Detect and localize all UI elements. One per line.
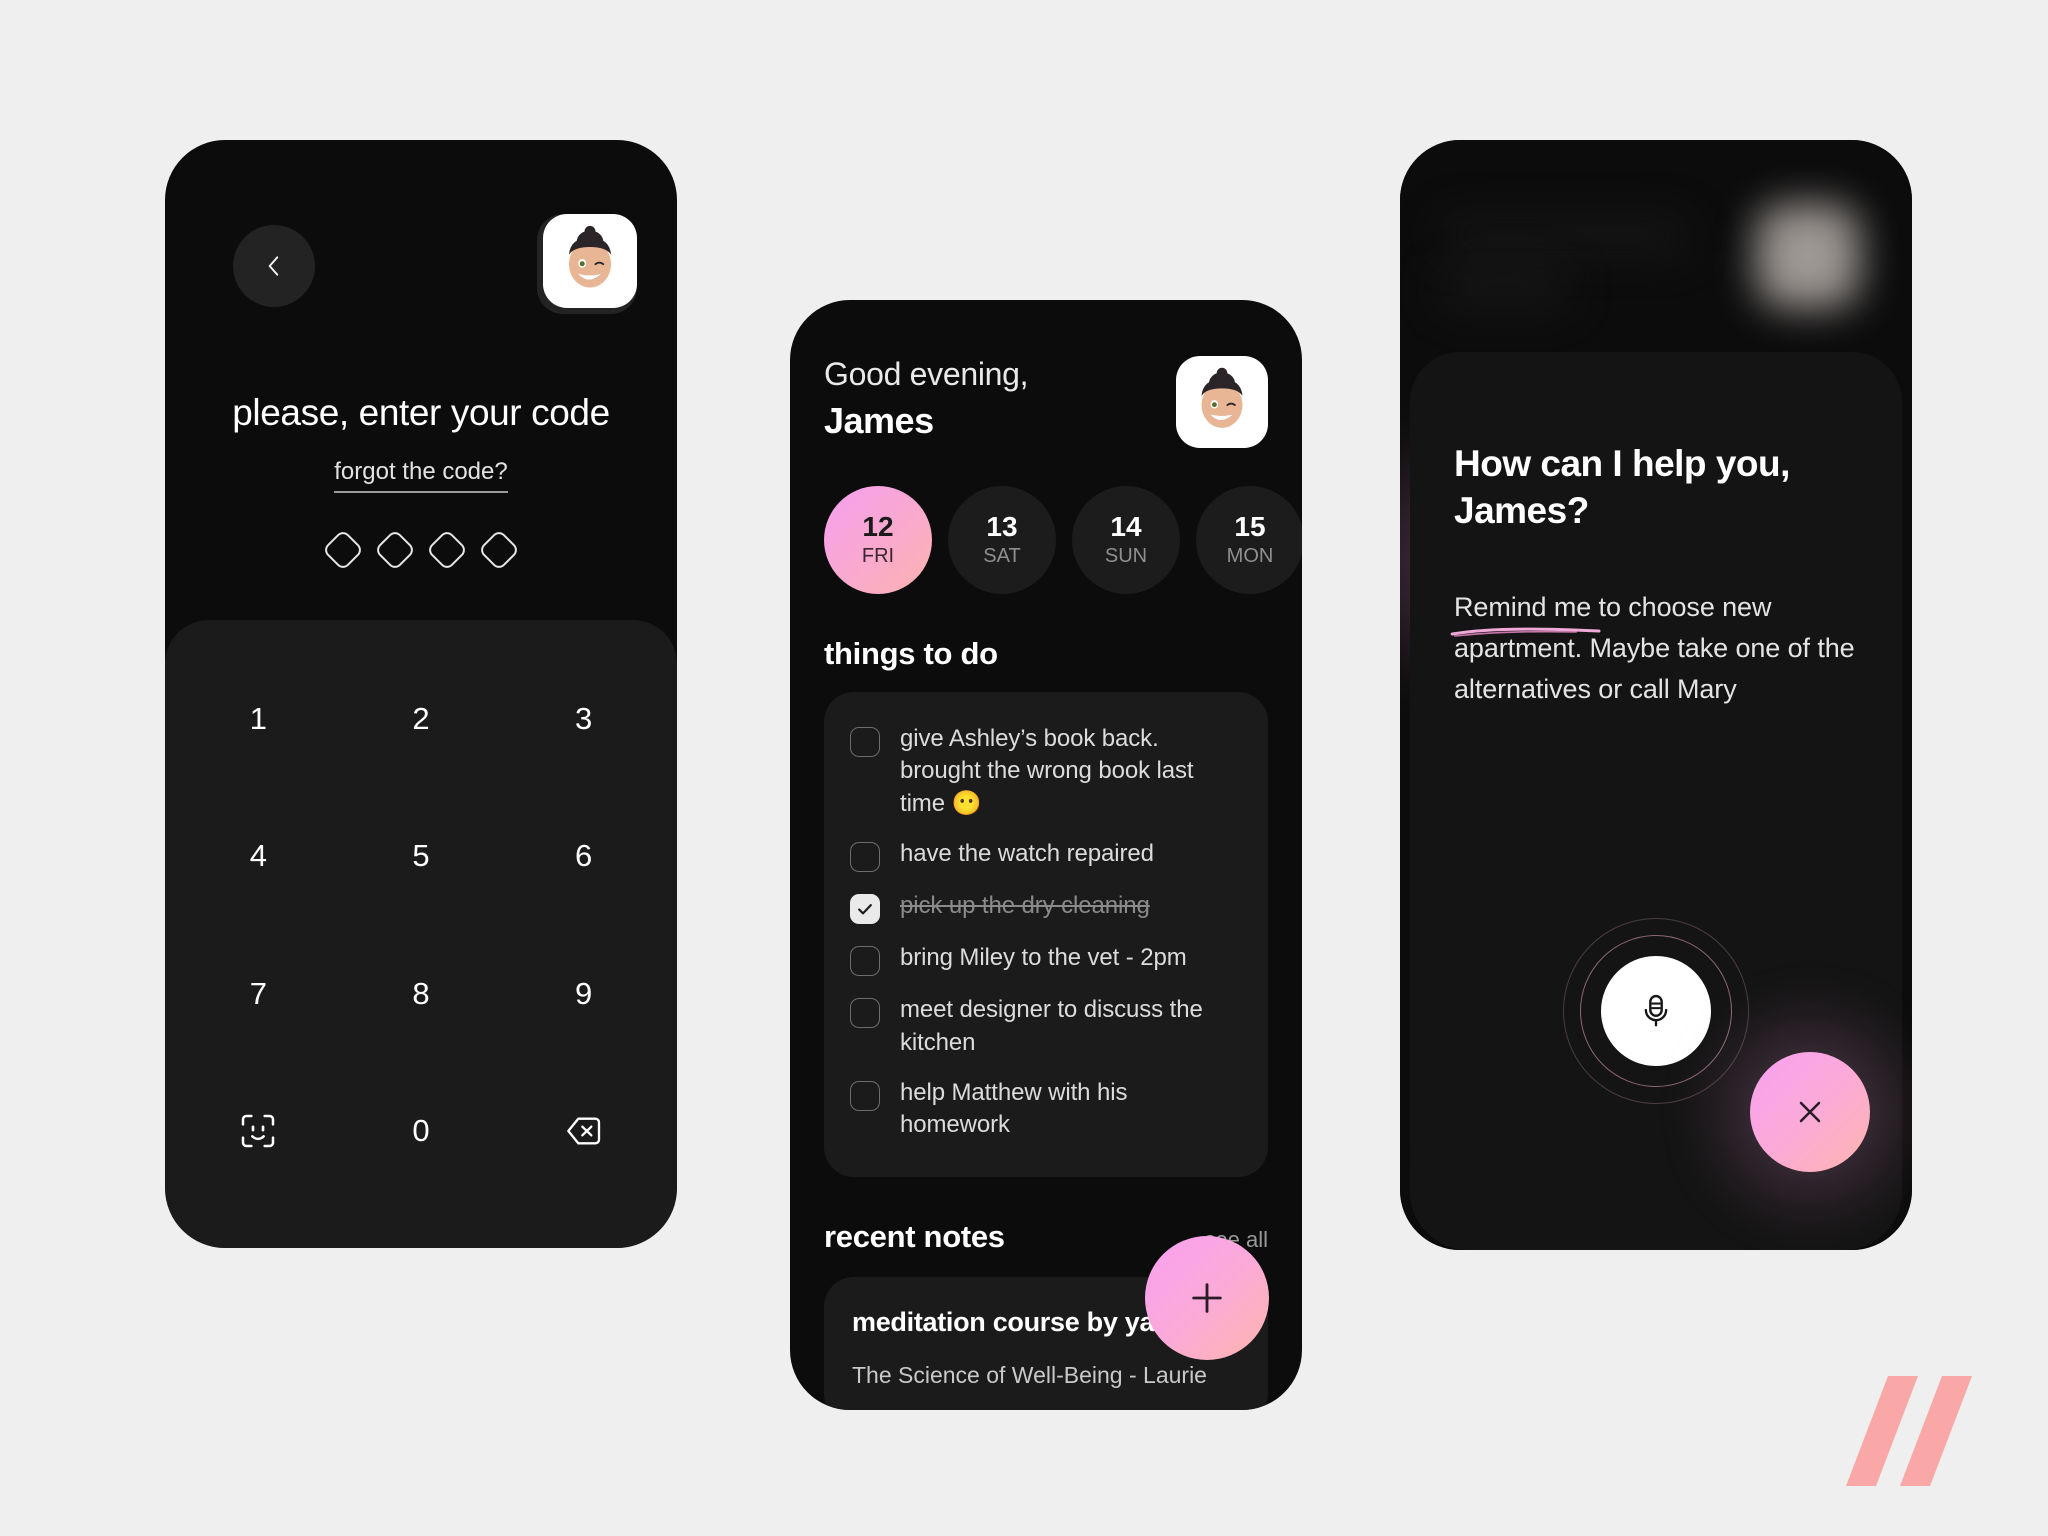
day-selector[interactable]: 12 FRI 13 SAT 14 SUN 15 MON (824, 486, 1302, 594)
assistant-title: How can I help you, James? (1454, 443, 1790, 532)
greeting-block: Good evening, James (824, 356, 1029, 442)
forgot-code-label: forgot the code? (334, 458, 508, 493)
todo-checkbox[interactable] (850, 727, 880, 757)
microphone-control[interactable] (1563, 918, 1749, 1104)
keypad-key-1[interactable]: 1 (203, 664, 313, 774)
lock-title: please, enter your code (232, 392, 610, 433)
keypad-key-6[interactable]: 6 (529, 801, 639, 911)
day-number: 13 (986, 511, 1018, 543)
keypad-key-0[interactable]: 0 (366, 1076, 476, 1186)
greeting-text: Good evening, (824, 356, 1029, 392)
day-label: FRI (861, 544, 895, 567)
todo-checkbox[interactable] (850, 946, 880, 977)
day-label: MON (1226, 544, 1274, 567)
code-dot (425, 528, 469, 572)
day-number: 15 (1234, 511, 1266, 543)
memoji-avatar-icon (1201, 367, 1243, 428)
lock-screen-header: + please, enter your code forgot the cod… (165, 140, 677, 620)
transcript-highlight-wrapper: Remind me (1450, 587, 1601, 637)
todo-label: have the watch repaired (900, 840, 1154, 868)
assistant-transcript: Remind me to choose new apartment. Maybe… (1450, 587, 1858, 710)
highlight-underline-icon (1450, 627, 1601, 637)
account-switcher[interactable]: + (537, 214, 637, 314)
todo-label: pick up the dry cleaning (900, 892, 1150, 920)
day-chip-sun[interactable]: 14 SUN (1072, 486, 1180, 594)
todo-item[interactable]: meet designer to discuss the kitchen (850, 985, 1242, 1068)
add-note-button[interactable] (1145, 1236, 1269, 1360)
transcript-highlight: Remind me (1454, 591, 1592, 622)
todo-item[interactable]: pick up the dry cleaning (850, 881, 1242, 933)
double-slash-logo (1846, 1376, 1972, 1486)
backspace-button[interactable] (529, 1076, 639, 1186)
back-button[interactable] (233, 225, 315, 307)
face-id-icon (242, 1115, 275, 1148)
keypad-key-7[interactable]: 7 (203, 939, 313, 1049)
avatar[interactable] (543, 214, 637, 308)
todo-checkbox[interactable] (850, 1080, 880, 1111)
todo-checkbox[interactable] (850, 998, 880, 1029)
todo-label: help Matthew with his homework (900, 1078, 1128, 1139)
face-id-button[interactable] (203, 1076, 313, 1186)
todo-item[interactable]: have the watch repaired (850, 829, 1242, 881)
day-chip-fri[interactable]: 12 FRI (824, 486, 932, 594)
backspace-icon (566, 1117, 600, 1145)
home-screen-phone: Good evening, James 12 FRI 13 SAT 14 SUN 15 MON (790, 300, 1302, 1410)
code-dot (321, 528, 365, 572)
close-assistant-button[interactable] (1750, 1052, 1870, 1172)
todo-label: meet designer to discuss the kitchen (900, 996, 1203, 1056)
close-icon (1799, 1101, 1821, 1123)
microphone-button[interactable] (1601, 956, 1711, 1066)
note-subtitle: The Science of Well-Being - Laurie (852, 1361, 1207, 1388)
microphone-icon (1644, 994, 1668, 1027)
assistant-screen-phone: How can I help you, James? Remind me to … (1400, 140, 1912, 1250)
keypad-key-4[interactable]: 4 (203, 801, 313, 911)
code-dot (477, 528, 521, 572)
todo-item[interactable]: help Matthew with his homework (850, 1068, 1242, 1151)
numeric-keypad[interactable]: 123 456 7890 (165, 620, 677, 1248)
todo-item[interactable]: bring Miley to the vet - 2pm (850, 933, 1242, 985)
code-dots (165, 528, 677, 572)
keypad-key-5[interactable]: 5 (366, 801, 476, 911)
avatar[interactable] (1176, 356, 1268, 448)
memoji-avatar-icon (568, 225, 612, 288)
check-icon (858, 904, 872, 915)
lock-screen-phone: + please, enter your code forgot the cod… (165, 140, 677, 1248)
notes-section-title: recent notes (824, 1218, 1005, 1254)
day-number: 14 (1110, 511, 1142, 543)
todo-list: give Ashley’s book back. brought the wro… (824, 692, 1268, 1177)
chevron-left-icon (268, 256, 279, 276)
keypad-key-2[interactable]: 2 (366, 664, 476, 774)
todo-label: bring Miley to the vet - 2pm (900, 944, 1187, 972)
todo-checkbox[interactable] (850, 842, 880, 873)
forgot-code-link[interactable]: forgot the code? (165, 458, 677, 493)
todo-label: give Ashley’s book back. brought the wro… (900, 725, 1194, 817)
keypad-key-9[interactable]: 9 (529, 939, 639, 1049)
code-dot (373, 528, 417, 572)
todo-section-title: things to do (824, 636, 998, 671)
day-chip-mon[interactable]: 15 MON (1196, 486, 1302, 594)
user-name: James (824, 400, 934, 441)
plus-icon (1192, 1283, 1222, 1313)
todo-item[interactable]: give Ashley’s book back. brought the wro… (850, 714, 1242, 829)
day-number: 12 (862, 511, 894, 543)
todo-checkbox[interactable] (850, 894, 880, 925)
keypad-key-3[interactable]: 3 (529, 664, 639, 774)
blurred-avatar (1756, 204, 1860, 308)
day-label: SUN (1104, 544, 1148, 567)
day-chip-sat[interactable]: 13 SAT (948, 486, 1056, 594)
keypad-key-8[interactable]: 8 (366, 939, 476, 1049)
greeting-row: Good evening, James (824, 356, 1268, 448)
day-label: SAT (983, 544, 1021, 567)
